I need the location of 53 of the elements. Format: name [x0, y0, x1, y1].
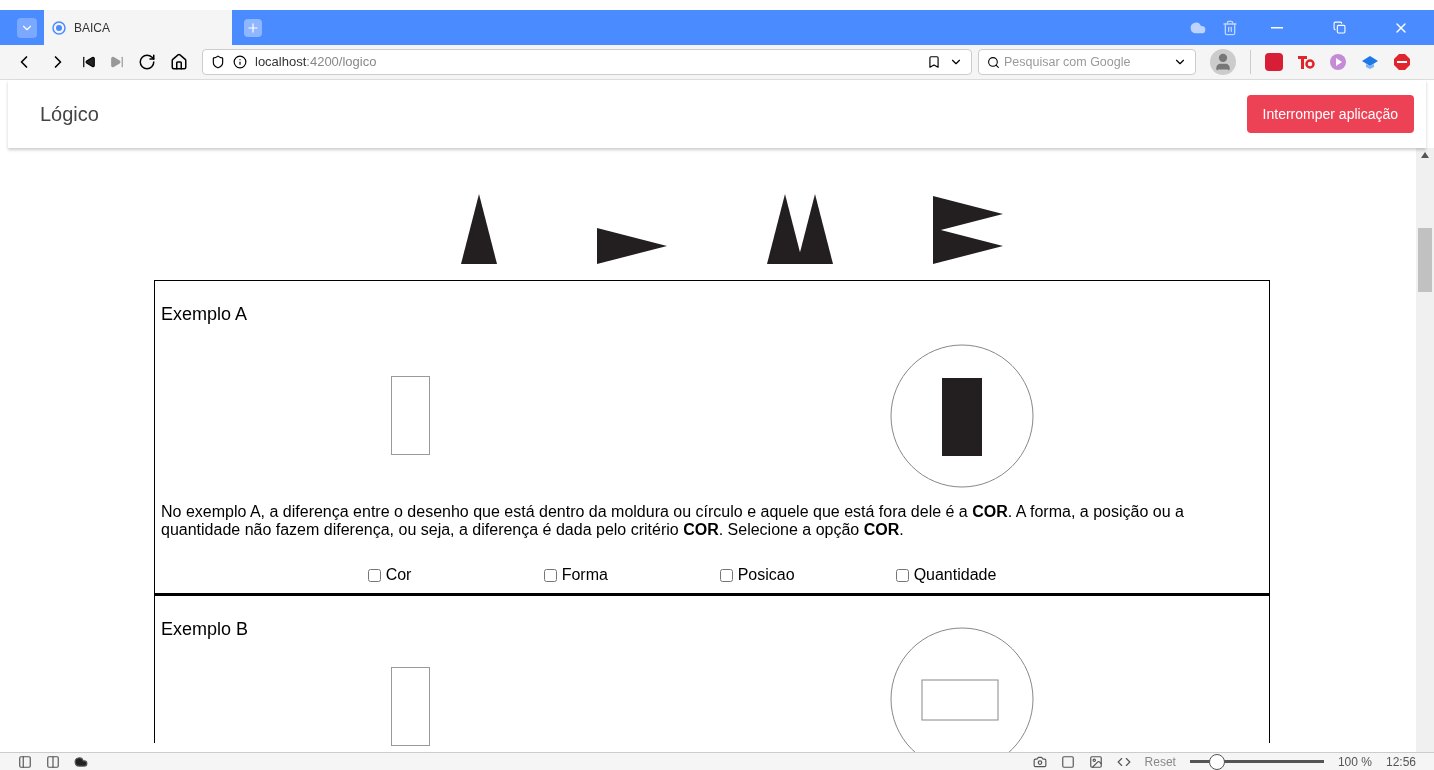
address-field[interactable]: localhost:4200/logico [202, 49, 972, 75]
reload-icon[interactable] [138, 53, 156, 71]
adblock-icon[interactable] [1393, 53, 1411, 71]
page-title: Lógico [40, 102, 99, 127]
browser-tab[interactable]: BAICA [44, 10, 232, 45]
url-text: localhost:4200/logico [255, 53, 377, 72]
checkbox[interactable] [719, 568, 733, 582]
plus-icon [246, 20, 260, 35]
checkbox[interactable] [543, 568, 557, 582]
panel-toggle-icon[interactable] [18, 754, 32, 769]
image-icon[interactable] [1088, 754, 1103, 769]
example-title: Exemplo B [161, 619, 249, 639]
shield-icon [211, 55, 225, 69]
scrollbar[interactable] [1416, 148, 1434, 752]
new-tab-button[interactable] [244, 18, 262, 37]
graduation-cap-icon[interactable] [1361, 53, 1379, 71]
info-icon [233, 55, 247, 69]
search-field[interactable]: Pesquisar com Google [1004, 52, 1169, 72]
example-title: Exemplo A [161, 304, 248, 324]
clock: 12:56 [1385, 753, 1416, 770]
fast-forward-icon[interactable] [110, 55, 124, 69]
restore-icon [1332, 21, 1346, 34]
option-label[interactable]: Cor [385, 563, 412, 587]
example-description: No exemplo A, a diferença entre o desenho que está dentro da moldura ou círculo e aquele que está fora dele é a COR. A forma, a posição ou a quantidade não fazem diferença, ou seja, a diferença é dada pelo critério COR. Selecione a opção COR. [161, 503, 1185, 539]
scrollbar-thumb[interactable] [1418, 228, 1432, 292]
triangle-drawing [461, 194, 497, 264]
search-box[interactable]: Pesquisar com Google [978, 49, 1196, 75]
extension-icon[interactable] [1265, 53, 1283, 71]
home-icon[interactable] [170, 53, 188, 71]
option-label[interactable]: Forma [561, 563, 608, 587]
scroll-up-arrow-icon[interactable] [1421, 152, 1429, 158]
rewind-icon[interactable] [82, 55, 96, 69]
avatar-icon[interactable] [1210, 49, 1236, 75]
play-circle-icon[interactable] [1329, 53, 1347, 71]
minimize-icon [1271, 26, 1283, 29]
extension-icon[interactable] [1297, 53, 1315, 71]
two-triangles-drawing [933, 196, 1003, 264]
zoom-reading: 100 % [1337, 753, 1372, 770]
tab-favicon-icon [52, 20, 66, 35]
checkbox[interactable] [895, 568, 909, 582]
tile-icon[interactable] [46, 754, 60, 769]
checkbox[interactable] [367, 568, 381, 582]
two-triangles-drawing [767, 194, 833, 264]
camera-icon[interactable] [1032, 754, 1047, 769]
option-label[interactable]: Posicao [737, 563, 795, 587]
cloud-icon[interactable] [74, 754, 88, 769]
triangle-drawing [597, 228, 667, 264]
zoom-slider[interactable] [1189, 753, 1324, 770]
search-icon [987, 55, 1000, 69]
option-label[interactable]: Quantidade [913, 563, 997, 587]
bookmark-icon[interactable] [927, 55, 941, 69]
stop-application-button[interactable]: Interromper aplicação [1246, 95, 1414, 133]
window-icon[interactable] [1060, 754, 1075, 769]
